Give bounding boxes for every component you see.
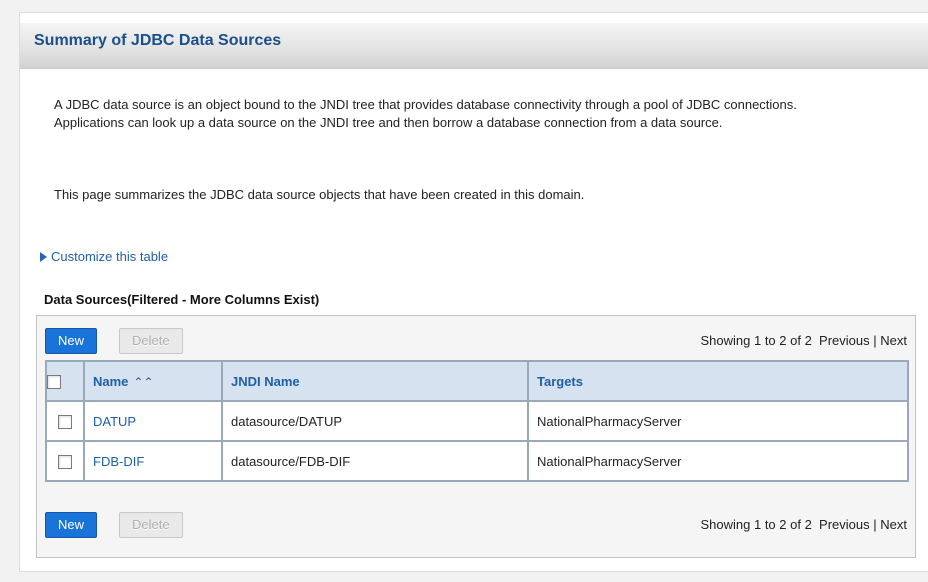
previous-link[interactable]: Previous [819,333,870,348]
jndi-cell: datasource/DATUP [221,400,529,442]
datasource-name-link[interactable]: DATUP [85,414,136,429]
next-link[interactable]: Next [880,517,907,532]
new-button-bottom[interactable]: New [45,512,98,538]
expand-triangle-icon [40,251,47,262]
table-row: DATUP datasource/DATUP NationalPharmacyS… [45,400,909,442]
row-select-cell [45,400,85,442]
column-header-targets[interactable]: Targets [527,360,909,402]
row-select-cell [45,440,85,482]
table-title: Data Sources(Filtered - More Columns Exi… [44,292,320,307]
delete-button-top[interactable]: Delete [119,328,183,354]
content-panel: Summary of JDBC Data Sources A JDBC data… [19,12,928,572]
targets-cell: NationalPharmacyServer [527,440,909,482]
table-header-row: Name ⌃⌃ JNDI Name Targets [45,360,909,402]
targets-text: NationalPharmacyServer [537,413,682,429]
customize-table-label: Customize this table [51,249,169,264]
pagination-separator: | [873,517,877,532]
showing-count: Showing 1 to 2 of 2 [700,517,812,532]
page-description: A JDBC data source is an object bound to… [54,97,797,130]
delete-button-bottom[interactable]: Delete [119,512,183,538]
targets-text: NationalPharmacyServer [537,453,682,469]
previous-link[interactable]: Previous [819,517,870,532]
sort-ascending-icon[interactable]: ⌃⌃ [133,375,153,389]
targets-cell: NationalPharmacyServer [527,400,909,442]
select-all-cell [45,360,85,402]
column-header-jndi-label: JNDI Name [231,373,300,389]
showing-count: Showing 1 to 2 of 2 [700,333,812,348]
next-link[interactable]: Next [880,333,907,348]
new-button-top[interactable]: New [45,328,98,354]
pagination-bottom: Showing 1 to 2 of 2 Previous | Next [701,517,908,532]
column-header-name[interactable]: Name ⌃⌃ [83,360,223,402]
page-title: Summary of JDBC Data Sources [34,32,282,49]
name-cell: DATUP [83,400,223,442]
title-bar: Summary of JDBC Data Sources [20,23,928,69]
data-sources-table-container: New Delete Showing 1 to 2 of 2 Previous … [36,315,916,558]
datasource-name-link[interactable]: FDB-DIF [85,454,144,469]
jndi-name-text: datasource/FDB-DIF [231,453,351,469]
name-cell: FDB-DIF [83,440,223,482]
select-all-checkbox[interactable] [47,374,61,389]
pagination-top: Showing 1 to 2 of 2 Previous | Next [701,333,908,348]
customize-table-link[interactable]: Customize this table [37,249,168,264]
table-row: FDB-DIF datasource/FDB-DIF NationalPharm… [45,440,909,482]
data-sources-table: Name ⌃⌃ JNDI Name Targets DATUP datasourc… [45,360,909,482]
column-header-jndi[interactable]: JNDI Name [221,360,529,402]
column-header-name-label: Name [93,373,129,389]
row-checkbox[interactable] [58,414,72,429]
jndi-cell: datasource/FDB-DIF [221,440,529,482]
page-summary-text: This page summarizes the JDBC data sourc… [54,187,585,202]
column-header-targets-label: Targets [537,373,583,389]
row-checkbox[interactable] [58,454,72,469]
jndi-name-text: datasource/DATUP [231,413,343,429]
pagination-separator: | [873,333,877,348]
